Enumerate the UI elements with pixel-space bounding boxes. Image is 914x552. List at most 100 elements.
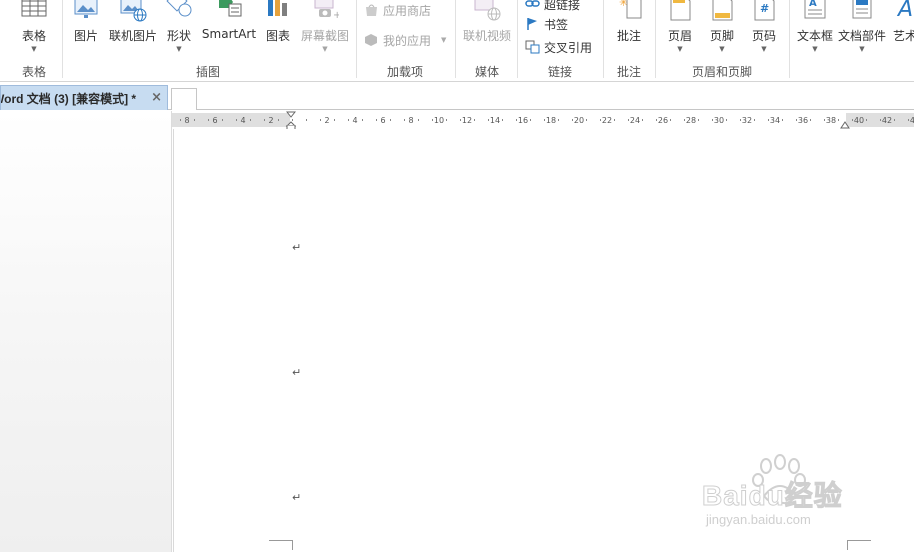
comment-button[interactable]: ✳ 批注 <box>610 0 648 60</box>
ruler-tick-label: 4 <box>352 116 358 125</box>
ruler-tick-label: 42 <box>881 116 893 125</box>
ruler-tick-label: 10 <box>433 116 445 125</box>
page-number-icon: # <box>754 0 775 21</box>
ruler-minor-tick <box>586 119 587 121</box>
footer-icon <box>712 0 733 21</box>
group-label-comments: 批注 <box>616 65 641 79</box>
ruler-minor-tick <box>404 119 405 121</box>
screenshot-icon: + <box>314 0 339 21</box>
ruler-tick-label: 32 <box>741 116 753 125</box>
online-video-label: 联机视频 <box>462 29 511 43</box>
close-icon[interactable]: × <box>151 90 162 105</box>
ruler-tick-label: 26 <box>657 116 669 125</box>
ruler-minor-tick <box>222 119 223 121</box>
group-divider <box>603 0 604 78</box>
bookmark-label: 书签 <box>544 17 569 32</box>
ruler-minor-tick <box>320 119 321 121</box>
chart-label: 图表 <box>265 29 290 43</box>
wordart-icon: A <box>896 0 913 22</box>
hyperlink-button[interactable]: 超链接 <box>525 0 580 14</box>
ruler-tick-label: 6 <box>212 116 218 125</box>
shapes-icon <box>166 0 192 17</box>
ruler-tick-label: 28 <box>685 116 697 125</box>
my-apps-button[interactable]: 我的应用 ▼ <box>364 30 446 50</box>
ruler-minor-tick <box>670 119 671 121</box>
online-video-button[interactable]: 联机视频 <box>460 0 514 60</box>
ruler-minor-tick <box>824 119 825 121</box>
ruler-minor-tick <box>810 119 811 121</box>
cross-reference-label: 交叉引用 <box>544 40 593 55</box>
bookmark-button[interactable]: 书签 <box>525 14 568 34</box>
ruler-minor-tick <box>866 119 867 121</box>
navigation-pane <box>0 111 172 552</box>
document-tab-title: Word 文档 (3) [兼容模式] * <box>0 91 137 106</box>
horizontal-ruler[interactable]: 8 6 4 2 2 4 6 8 10 12 14 16 18 20 22 24 26 28 30 32 34 36 38 40… <box>172 111 914 132</box>
screenshot-button[interactable]: + 屏幕截图 ▼ <box>298 0 352 60</box>
ruler-tick-label: 38 <box>825 116 837 125</box>
online-picture-label: 联机图片 <box>108 29 157 43</box>
header-label: 页眉 <box>667 29 692 43</box>
picture-button[interactable]: 图片 <box>68 0 104 60</box>
ruler-minor-tick <box>236 119 237 121</box>
quick-parts-icon <box>852 0 872 19</box>
ruler-minor-tick <box>726 119 727 121</box>
online-picture-button[interactable]: 联机图片 <box>106 0 160 60</box>
right-indent-marker[interactable] <box>840 121 850 129</box>
chart-button[interactable]: 图表 <box>262 0 294 60</box>
ruler-tick-label: 14 <box>489 116 501 125</box>
ruler-tick-label: 30 <box>713 116 725 125</box>
ruler-minor-tick <box>516 119 517 121</box>
cross-reference-button[interactable]: 交叉引用 <box>525 37 592 57</box>
crop-mark <box>269 540 293 550</box>
cross-reference-icon <box>525 40 540 54</box>
table-button[interactable]: 表格 ▼ <box>14 0 54 60</box>
quick-parts-button[interactable]: 文档部件 ▼ <box>837 0 887 60</box>
textbox-button[interactable]: A 文本框 ▼ <box>795 0 835 60</box>
textbox-label: 文本框 <box>796 29 833 43</box>
watermark-url: jingyan.baidu.com <box>706 512 811 527</box>
ruler-minor-tick <box>390 119 391 121</box>
store-label: 应用商店 <box>383 3 432 18</box>
ruler-minor-tick <box>754 119 755 121</box>
comment-icon: ✳ <box>619 0 642 19</box>
chevron-down-icon: ▼ <box>719 45 725 53</box>
ruler-minor-tick <box>642 119 643 121</box>
ruler-text-area <box>290 113 846 127</box>
ruler-minor-tick <box>880 119 881 121</box>
chevron-down-icon: ▼ <box>31 45 37 53</box>
my-apps-icon <box>365 34 377 46</box>
screenshot-label: 屏幕截图 <box>300 29 349 43</box>
ruler-minor-tick <box>796 119 797 121</box>
ruler-minor-tick <box>600 119 601 121</box>
wordart-button[interactable]: A 艺术 <box>889 0 914 60</box>
ruler-tick-label: 4 <box>240 116 246 125</box>
ruler-tick-label: 2 <box>268 116 274 125</box>
baidu-watermark: Baidu经验 jingyan.baidu.com <box>700 452 900 552</box>
footer-button[interactable]: 页脚 ▼ <box>704 0 740 60</box>
ruler-tick-label: 40 <box>853 116 865 125</box>
footer-label: 页脚 <box>709 29 734 43</box>
ruler-tick-label: 8 <box>184 116 190 125</box>
ruler-minor-tick <box>460 119 461 121</box>
header-button[interactable]: 页眉 ▼ <box>662 0 698 60</box>
chevron-down-icon: ▼ <box>322 45 328 53</box>
page-number-button[interactable]: # 页码 ▼ <box>746 0 782 60</box>
ruler-tick-label: 34 <box>769 116 781 125</box>
paragraph-mark: ↵ <box>292 491 302 504</box>
ruler-tick-label: 44 <box>909 116 914 125</box>
shapes-button[interactable]: 形状 ▼ <box>162 0 196 60</box>
hyperlink-label: 超链接 <box>544 0 581 12</box>
picture-icon <box>74 0 98 18</box>
my-apps-label: 我的应用 <box>383 33 432 48</box>
svg-text:A: A <box>809 0 817 9</box>
textbox-icon: A <box>804 0 826 19</box>
document-tab[interactable]: Word 文档 (3) [兼容模式] * × <box>0 85 168 110</box>
store-button[interactable]: 应用商店 <box>364 0 431 20</box>
ruler-minor-tick <box>852 119 853 121</box>
ruler-minor-tick <box>348 119 349 121</box>
page-number-label: 页码 <box>751 29 776 43</box>
ruler-tick-label: 2 <box>324 116 330 125</box>
smartart-button[interactable]: SmartArt <box>200 0 258 60</box>
svg-text:#: # <box>760 2 769 15</box>
new-tab-button[interactable] <box>171 88 197 110</box>
